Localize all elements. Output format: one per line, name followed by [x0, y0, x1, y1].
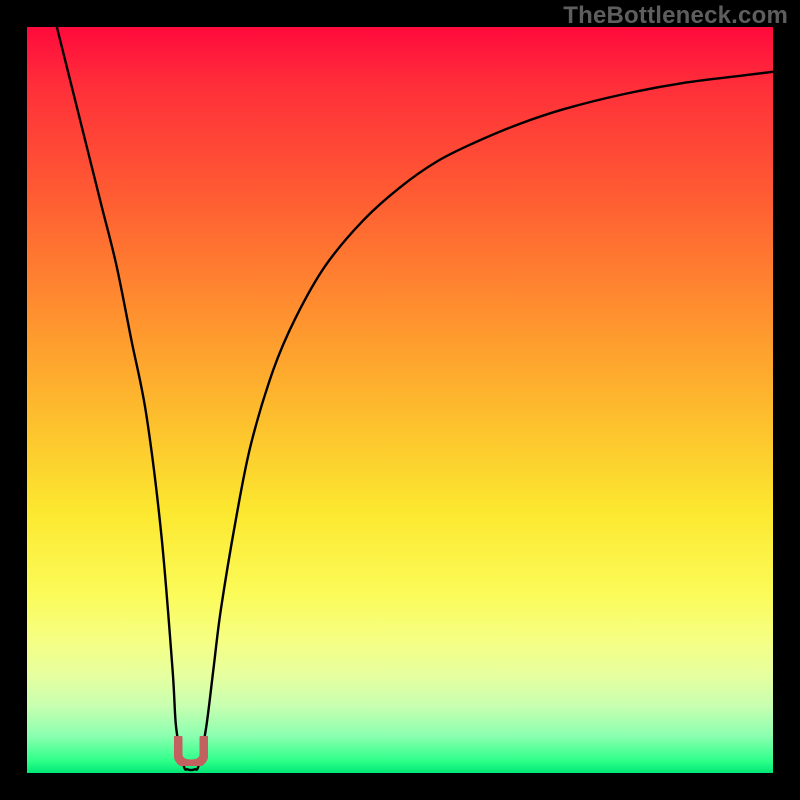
bottleneck-curve: [27, 27, 773, 773]
chart-frame: TheBottleneck.com: [0, 0, 800, 800]
curve-path: [57, 27, 773, 770]
plot-area: [27, 27, 773, 773]
watermark-text: TheBottleneck.com: [563, 2, 788, 30]
